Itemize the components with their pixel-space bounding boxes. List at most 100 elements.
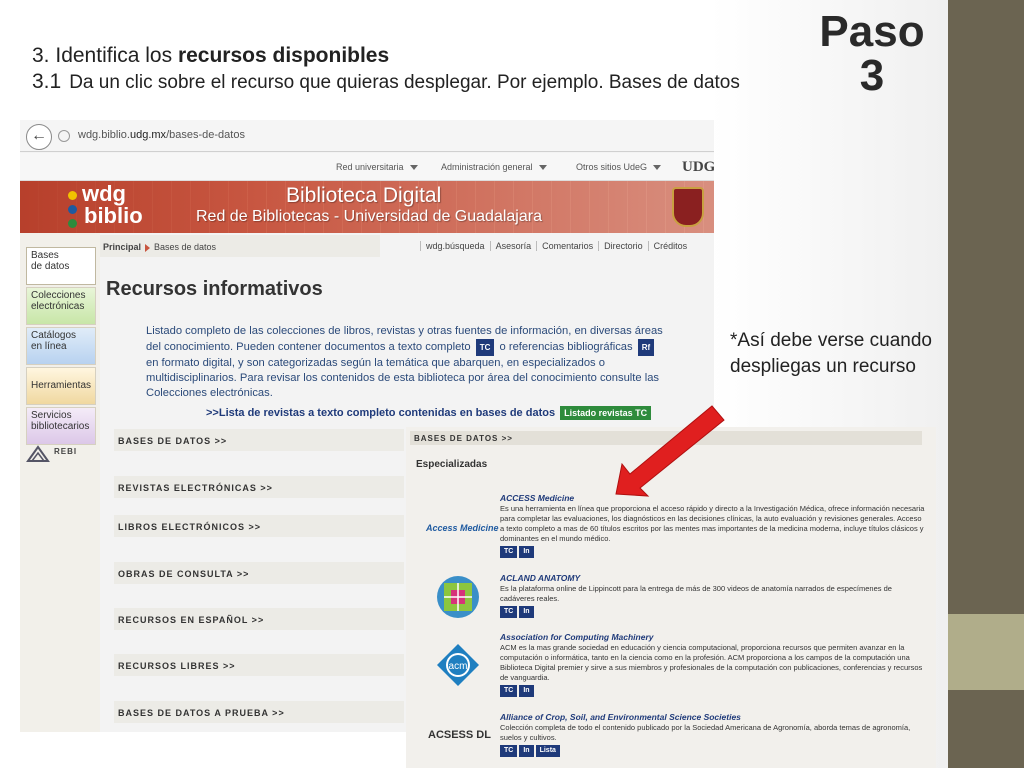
chevron-down-icon	[409, 165, 418, 171]
intro-paragraph: Listado completo de las colecciones de l…	[146, 324, 666, 401]
step-number: 3.	[32, 44, 50, 67]
resource-badges: TC In Lista	[500, 745, 926, 757]
top-navigation: Red universitaria Administración general…	[20, 153, 714, 181]
resource-badges: TC In	[500, 685, 926, 697]
rebi-logo[interactable]: REBI	[26, 443, 96, 473]
resource-title[interactable]: Alliance of Crop, Soil, and Environmenta…	[500, 712, 926, 722]
chevron-down-icon	[538, 165, 547, 171]
resource-description: Es una herramienta en línea que proporci…	[500, 504, 925, 543]
url-host: wdg.biblio.	[78, 129, 130, 141]
globe-icon	[58, 130, 70, 142]
url-path: /bases-de-datos	[166, 129, 245, 141]
url-field[interactable]: wdg.biblio.udg.mx/bases-de-datos	[78, 129, 245, 141]
sidebar-item-servicios[interactable]: Servicios bibliotecarios	[26, 407, 96, 445]
rf-badge: Rf	[637, 339, 655, 356]
resource-badges: TC In	[500, 606, 926, 618]
resource-entry: Association for Computing Machinery ACM …	[500, 632, 926, 697]
url-domain: udg.mx	[129, 129, 167, 141]
nav-otros-sitios[interactable]: Otros sitios UdeG	[576, 162, 662, 172]
category-revistas[interactable]: REVISTAS ELECTRÓNICAS >>	[114, 476, 404, 498]
page-title: Recursos informativos	[106, 278, 323, 300]
wdg-biblio-logo[interactable]: wdg biblio	[64, 181, 143, 231]
step-number: 3.1	[32, 70, 62, 93]
step-emphasis: recursos disponibles	[177, 44, 390, 67]
resource-entry: ACLAND ANATOMY Es la plataforma online d…	[500, 573, 926, 618]
logo-text-biblio: biblio	[84, 203, 143, 228]
category-libros[interactable]: LIBROS ELECTRÓNICOS >>	[114, 515, 404, 537]
link-comentarios[interactable]: Comentarios	[536, 241, 599, 251]
sidebar-item-bases-de-datos[interactable]: Bases de datos	[26, 247, 96, 285]
display-note: *Así debe verse cuando despliegas un rec…	[730, 330, 932, 377]
paso-number: 3	[859, 51, 885, 100]
in-badge[interactable]: In	[519, 685, 534, 697]
breadcrumb-current: Bases de datos	[154, 242, 217, 252]
tc-badge[interactable]: TC	[500, 745, 518, 757]
logo-dot	[68, 205, 77, 214]
acland-logo[interactable]	[436, 575, 480, 619]
resource-title[interactable]: ACLAND ANATOMY	[500, 573, 926, 583]
step-text: Da un clic sobre el recurso que quieras …	[69, 72, 740, 93]
lista-badge[interactable]: Lista	[535, 745, 560, 757]
resource-description: ACM es la mas grande sociedad en educaci…	[500, 643, 923, 682]
resource-title[interactable]: Association for Computing Machinery	[500, 632, 926, 642]
nav-red-universitaria[interactable]: Red universitaria	[336, 162, 418, 172]
panel-subheader: Especializadas	[416, 459, 488, 470]
rebi-icon	[26, 445, 50, 462]
breadcrumb-home[interactable]: Principal	[103, 242, 141, 252]
rebi-text: REBI	[54, 447, 78, 456]
step-instruction-1: 3. Identifica los recursos disponibles	[32, 44, 389, 68]
utility-links: wdg.búsqueda Asesoría Comentarios Directori…	[420, 241, 693, 251]
resource-entry: Alliance of Crop, Soil, and Environmenta…	[500, 712, 926, 757]
nav-label: Red universitaria	[336, 162, 404, 172]
nav-label: Administración general	[441, 162, 533, 172]
chevron-down-icon	[653, 165, 662, 171]
link-busqueda[interactable]: wdg.búsqueda	[420, 241, 490, 251]
udg-logo[interactable]: UDG	[682, 159, 714, 176]
category-obras[interactable]: OBRAS DE CONSULTA >>	[114, 562, 404, 584]
sidebar: Bases de datos Colecciones electrónicas …	[20, 233, 100, 732]
step-prefix: Identifica los	[55, 44, 178, 67]
nav-administracion[interactable]: Administración general	[441, 162, 547, 172]
in-badge[interactable]: In	[519, 745, 534, 757]
category-recursos-espanol[interactable]: RECURSOS EN ESPAÑOL >>	[114, 608, 404, 630]
red-arrow-icon	[615, 405, 725, 497]
intro-text: en formato digital, y son categorizadas …	[146, 357, 660, 399]
link-asesoria[interactable]: Asesoría	[489, 241, 537, 251]
in-badge[interactable]: In	[519, 606, 534, 618]
address-bar: ← wdg.biblio.udg.mx/bases-de-datos	[20, 120, 714, 152]
back-arrow-icon[interactable]: ←	[26, 124, 52, 150]
acm-logo[interactable]: acm	[436, 643, 480, 687]
acsess-dl-logo[interactable]: ACSESS DL	[428, 729, 491, 741]
university-crest-icon	[672, 187, 704, 227]
access-medicine-logo[interactable]: Access Medicine	[426, 523, 499, 533]
tc-badge[interactable]: TC	[500, 546, 518, 558]
site-banner: wdg biblio Biblioteca Digital Red de Bib…	[20, 181, 714, 233]
decorative-block	[948, 614, 1024, 690]
resource-description: Colección completa de todo el contenido …	[500, 723, 911, 742]
journals-link-text[interactable]: >>Lista de revistas a texto completo con…	[206, 407, 555, 419]
category-recursos-libres[interactable]: RECURSOS LIBRES >>	[114, 654, 404, 676]
paso-label: Paso	[819, 7, 925, 56]
sidebar-item-catalogos[interactable]: Catálogos en línea	[26, 327, 96, 365]
in-badge[interactable]: In	[519, 546, 534, 558]
journals-list-link[interactable]: >>Lista de revistas a texto completo con…	[206, 406, 652, 420]
link-creditos[interactable]: Créditos	[647, 241, 693, 251]
banner-title: Biblioteca Digital	[286, 184, 442, 207]
logo-dot	[68, 219, 77, 228]
sidebar-item-colecciones[interactable]: Colecciones electrónicas	[26, 287, 96, 325]
logo-text-wdg: wdg	[82, 181, 126, 206]
category-bases-prueba[interactable]: BASES DE DATOS A PRUEBA >>	[114, 701, 404, 723]
category-bases-de-datos[interactable]: BASES DE DATOS >>	[114, 429, 404, 451]
step-heading: Paso 3	[812, 10, 932, 98]
sidebar-item-herramientas[interactable]: Herramientas	[26, 367, 96, 405]
link-directorio[interactable]: Directorio	[598, 241, 648, 251]
logo-dot	[68, 191, 77, 200]
tc-badge[interactable]: TC	[500, 685, 518, 697]
intro-text: o referencias bibliográficas	[499, 341, 633, 353]
tc-badge: TC	[475, 339, 495, 356]
step-instruction-2: 3.1 Da un clic sobre el recurso que quier…	[32, 70, 740, 94]
nav-label: Otros sitios UdeG	[576, 162, 648, 172]
acm-logo-text: acm	[449, 661, 468, 672]
decorative-side-band	[948, 0, 1024, 768]
tc-badge[interactable]: TC	[500, 606, 518, 618]
